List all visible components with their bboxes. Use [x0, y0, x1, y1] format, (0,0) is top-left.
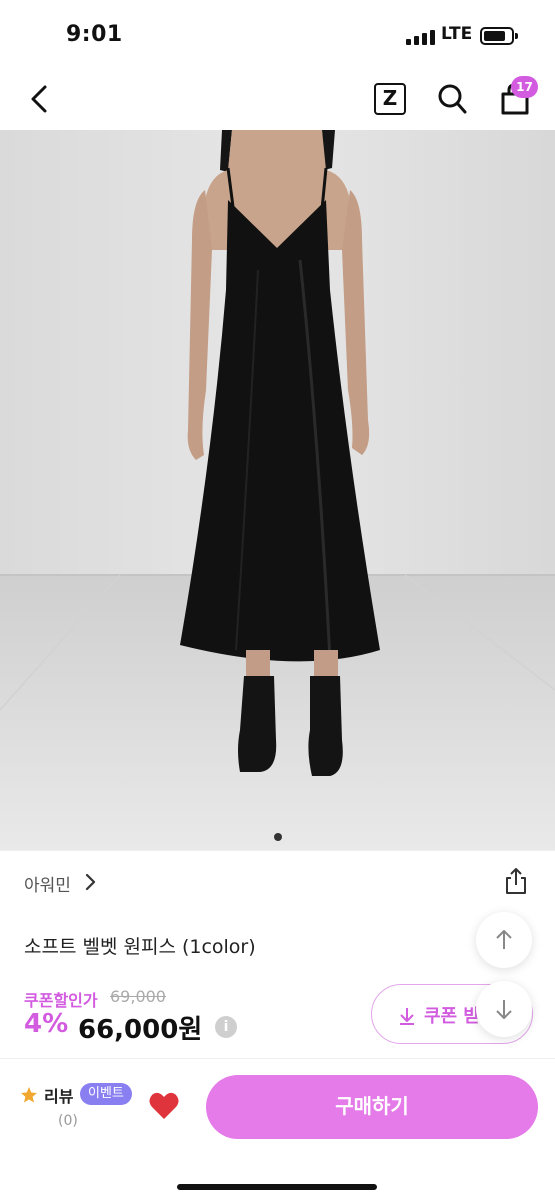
sale-price: 66,000원 — [78, 1015, 203, 1045]
back-icon[interactable] — [28, 84, 52, 114]
review-label[interactable]: 리뷰 — [44, 1083, 73, 1107]
product-title: 소프트 벨벳 원피스 (1color) — [24, 936, 256, 958]
home-indicator — [177, 1184, 377, 1190]
review-count: (0) — [58, 1113, 78, 1129]
info-icon[interactable]: i — [215, 1016, 237, 1038]
status-time: 9:01 — [66, 22, 123, 47]
carousel-dot-active[interactable] — [273, 833, 282, 841]
arrow-up-icon — [496, 930, 512, 949]
cart-count-badge: 17 — [511, 76, 538, 98]
buy-button[interactable]: 구매하기 — [206, 1075, 538, 1139]
chevron-right-icon[interactable] — [84, 873, 96, 891]
network-type: LTE — [441, 24, 473, 44]
signal-icon — [406, 29, 436, 45]
scroll-down-button[interactable] — [476, 981, 532, 1037]
share-icon[interactable] — [504, 867, 528, 895]
search-icon[interactable] — [436, 82, 468, 116]
coupon-button-label: 쿠폰 받 — [424, 1006, 480, 1027]
arrow-down-icon — [496, 1000, 512, 1019]
original-price: 69,000 — [110, 987, 166, 1006]
nav-bar: Z — [0, 70, 555, 130]
star-icon — [21, 1087, 37, 1103]
bottom-action-bar: 리뷰 이벤트 (0) 구매하기 — [0, 1058, 555, 1200]
brand-name[interactable]: 아워민 — [24, 871, 71, 896]
status-bar: 9:01 LTE — [0, 0, 555, 70]
heart-icon[interactable] — [148, 1091, 180, 1121]
scroll-top-button[interactable] — [476, 912, 532, 968]
product-image[interactable] — [0, 130, 555, 850]
event-badge: 이벤트 — [80, 1083, 132, 1105]
z-icon[interactable]: Z — [374, 83, 406, 115]
battery-icon — [480, 27, 518, 45]
discount-rate: 4% — [24, 1009, 69, 1039]
download-icon — [400, 1008, 414, 1025]
brand-row: 아워민 — [0, 850, 555, 912]
coupon-price-label: 쿠폰할인가 — [24, 991, 98, 1010]
carousel-dots — [0, 826, 555, 841]
